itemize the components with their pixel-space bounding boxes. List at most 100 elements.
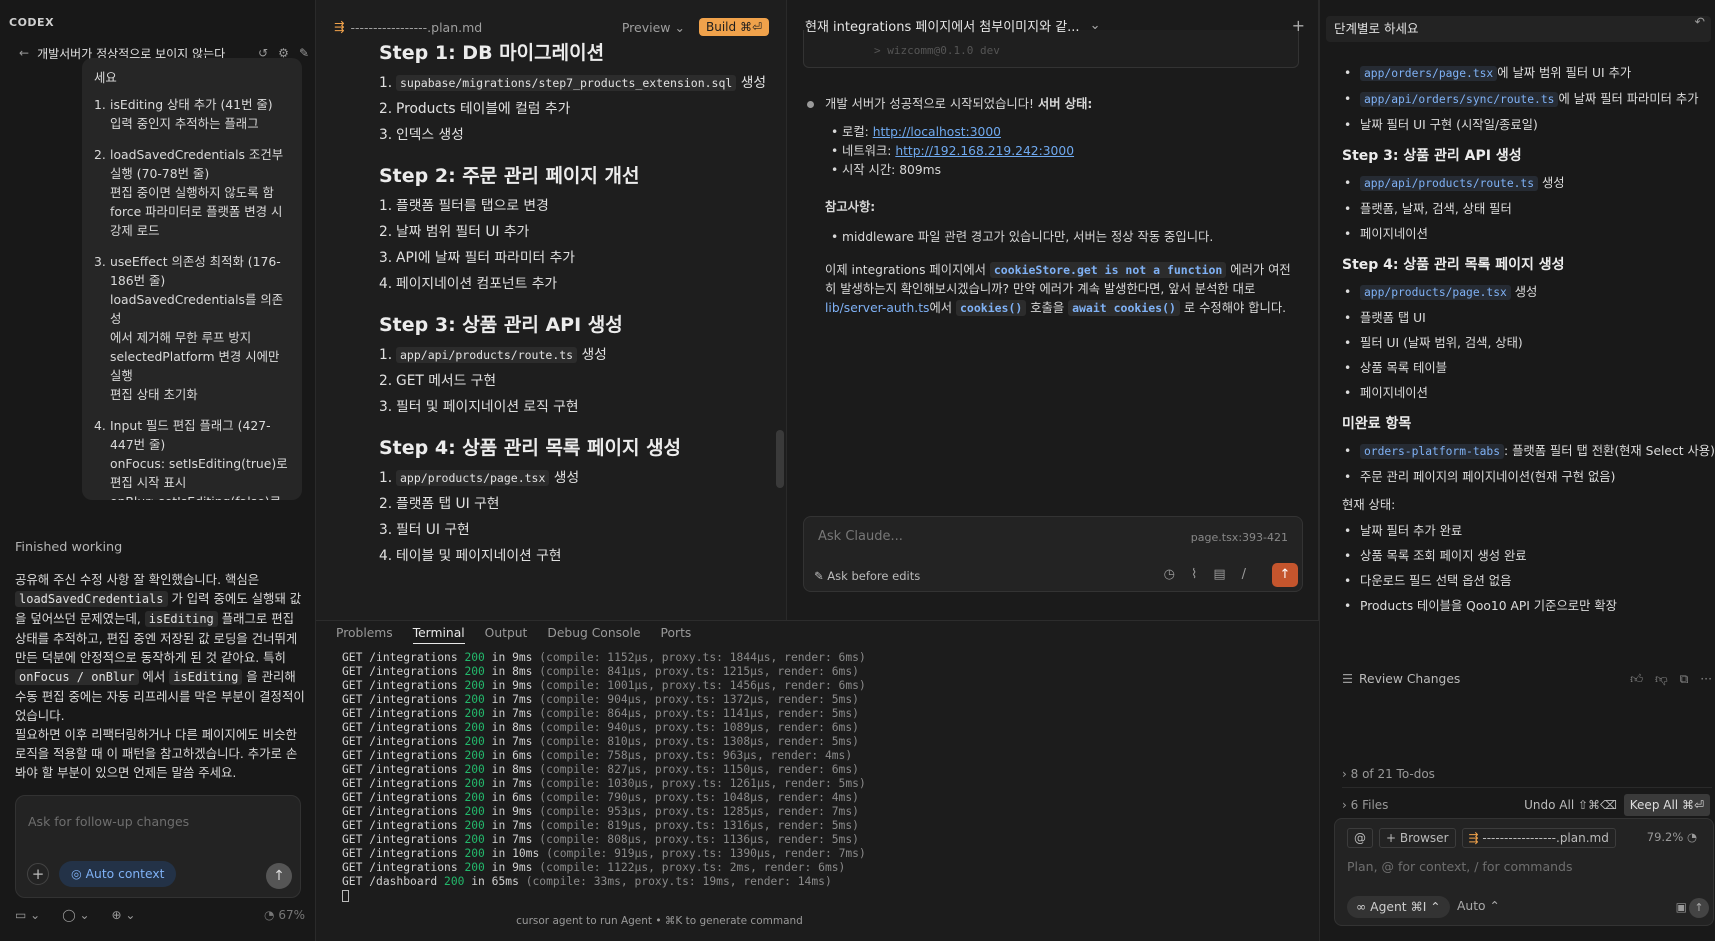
item-number: 2. [379,101,393,117]
preview-dropdown[interactable]: Preview ⌄ [622,20,685,35]
build-button[interactable]: Build ⌘⏎ [699,18,769,36]
slash-command-icon[interactable]: / [1242,567,1246,582]
log-path: /integrations [369,721,458,734]
files-row[interactable]: › 6 Files Undo All ⇧⌘⌫ Keep All ⌘⏎ [1342,792,1712,818]
log-detail: (compile: 808µs, proxy.ts: 1136µs, rende… [539,833,859,846]
terminal-line: GET /integrations 200 in 9ms (compile: 1… [342,861,866,875]
log-path: /integrations [369,679,458,692]
plan-tab[interactable]: ⇶ -----------------.plan.md Preview ⌄ Bu… [316,15,787,39]
list-item: 주문 관리 페이지의 페이지네이션(현재 구현 없음) [1342,469,1712,485]
terminal-line: GET /integrations 200 in 6ms (compile: 7… [342,791,866,805]
log-path: /integrations [369,805,458,818]
network-url-link[interactable]: http://192.168.219.242:3000 [895,144,1074,158]
keep-all-button[interactable]: Keep All ⌘⏎ [1623,794,1710,816]
document-icon[interactable]: ▤ [1213,567,1225,582]
tab-output[interactable]: Output [485,626,528,644]
thumbs-down-icon[interactable]: 👎︎ [1655,672,1667,687]
log-detail: (compile: 940µs, proxy.ts: 1089µs, rende… [539,721,859,734]
step4-list: app/products/page.tsx 생성플랫폼 탭 UI 필터 UI (날… [1342,284,1712,401]
log-status: 200 [464,833,485,846]
image-icon[interactable]: ▣ [1676,900,1687,914]
log-path: /integrations [369,777,458,790]
attach-plus-button[interactable]: + [27,863,49,885]
more-icon[interactable]: ··· [1700,672,1712,687]
log-method: GET [342,735,370,748]
log-detail: (compile: 841µs, proxy.ts: 1215µs, rende… [539,665,859,678]
send-button[interactable]: ↑ [1689,898,1709,918]
terminal-line: GET /integrations 200 in 7ms (compile: 8… [342,819,866,833]
terminal-line: GET /integrations 200 in 7ms (compile: 8… [342,707,866,721]
log-method: GET [342,721,370,734]
back-arrow-icon[interactable]: ← [19,47,29,59]
log-duration: 6ms [512,749,533,762]
item-number: 4. [94,418,106,433]
reply-code: loadSavedCredentials [15,591,168,607]
plan-step-item: 2. 플랫폼 탭 UI 구현 [379,495,776,514]
plan-step-list: 1. supabase/migrations/step7_products_ext… [379,74,776,145]
list-item: 플랫폼, 날짜, 검색, 상태 필터 [1342,201,1712,217]
paperclip-icon[interactable]: ⌇ [1191,567,1197,582]
agent-mode-dropdown[interactable]: ∞ Agent ⌘I ⌃ [1347,896,1450,918]
followup-input[interactable]: Ask for follow-up changes [28,814,189,829]
log-status: 200 [464,847,485,860]
new-chat-icon[interactable]: ✎ [299,47,309,59]
list-item: 상품 목록 조회 페이지 생성 완료 [1342,548,1712,564]
context-usage: 79.2% ◔ [1647,830,1697,844]
inline-code: cookies() [956,300,1027,316]
context-file-ref[interactable]: page.tsx:393-421 [1191,531,1288,544]
new-chat-plus-icon[interactable]: + [1292,16,1305,35]
log-detail: (compile: 33ms, proxy.ts: 19ms, render: … [525,875,832,888]
item-body: 플랫폼 필터를 탭으로 변경 [396,197,549,216]
chevron-down-icon[interactable]: ⌄ [1090,18,1101,33]
tab-ports[interactable]: Ports [661,626,692,644]
undo-all-button[interactable]: Undo All ⇧⌘⌫ [1524,792,1617,818]
file-link[interactable]: lib/server-auth.ts [825,301,929,315]
ask-claude-input[interactable]: Ask Claude... [818,529,903,544]
item-number: 1. [379,347,393,363]
tab-debug-console[interactable]: Debug Console [547,626,640,644]
log-path: /integrations [369,819,458,832]
item-text: 테이블 및 페이지네이션 구현 [396,548,562,564]
log-in: in [484,791,513,804]
log-method: GET [342,665,370,678]
log-duration: 8ms [512,763,533,776]
thumbs-up-icon[interactable]: 👍︎ [1630,672,1643,687]
log-duration: 8ms [512,665,533,678]
chat-title[interactable]: 현재 integrations 페이지에서 첨부이미지와 같... [805,16,1080,35]
list-item: 플랫폼 탭 UI [1342,310,1712,326]
list-item: 날짜 필터 추가 완료 [1342,523,1712,539]
model-label: Auto [1457,899,1486,913]
log-status: 200 [464,721,485,734]
log-method: GET [342,833,370,846]
model-dropdown[interactable]: Auto ⌃ [1457,899,1500,913]
local-url-link[interactable]: http://localhost:3000 [873,125,1001,139]
plan-scrollbar[interactable] [776,430,784,488]
tab-problems[interactable]: Problems [336,626,393,644]
browser-chip[interactable]: + Browser [1379,828,1456,848]
log-in: in [484,819,513,832]
item-number: 2. [379,224,393,240]
copy-icon[interactable]: ⧉ [1679,672,1688,687]
item-body: GET 메서드 구현 [396,372,496,391]
item-number: 4. [379,548,393,564]
ask-mode-toggle[interactable]: ✎ Ask before edits [814,569,920,583]
fix-item: 4. Input 필드 편집 플래그 (427- 447번 줄) onFocus:… [94,416,290,500]
item-number: 2. [379,373,393,389]
undo-icon[interactable]: ↶ [1695,15,1705,29]
file-chip[interactable]: ⇶ -----------------.plan.md [1461,828,1616,848]
send-button[interactable]: ↑ [266,863,292,889]
clock-icon[interactable]: ◷ [1164,567,1175,582]
log-in: in [484,847,513,860]
chevron-down-icon: ⌄ [674,19,685,35]
terminal-output[interactable]: GET /integrations 200 in 9ms (compile: 1… [342,651,866,903]
log-path: /integrations [369,651,458,664]
send-button[interactable]: ↑ [1272,563,1298,587]
review-changes-link[interactable]: Review Changes [1359,672,1460,686]
mention-button[interactable]: @ [1347,828,1373,848]
agent-input[interactable]: Plan, @ for context, / for commands [1347,859,1572,874]
tab-terminal[interactable]: Terminal [412,626,465,644]
auto-context-button[interactable]: ◎ Auto context [59,861,177,887]
todos-row[interactable]: › 8 of 21 To-dos [1342,760,1712,788]
list-item: 로컬: http://localhost:3000 [831,123,1074,142]
log-duration: 7ms [512,735,533,748]
